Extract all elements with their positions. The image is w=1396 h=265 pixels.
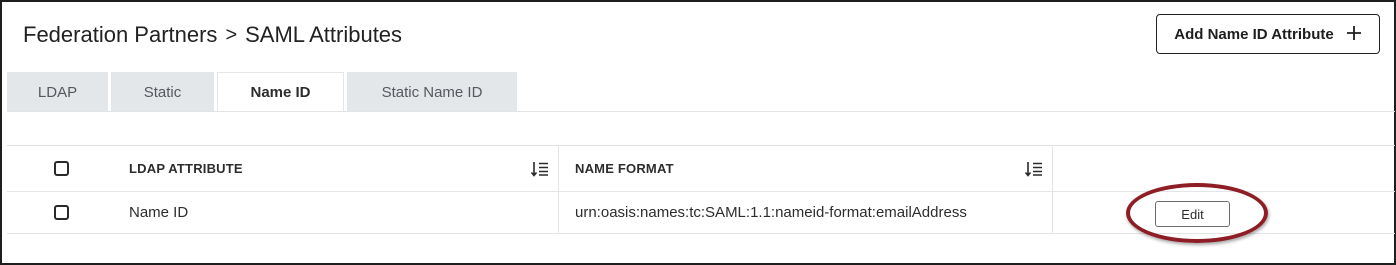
row-select-cell bbox=[7, 192, 115, 233]
sort-icon[interactable] bbox=[530, 161, 549, 177]
column-header-label: LDAP ATTRIBUTE bbox=[129, 161, 243, 176]
tab-label: LDAP bbox=[37, 83, 78, 101]
breadcrumb-separator: > bbox=[225, 23, 238, 46]
sort-icon[interactable] bbox=[1024, 161, 1043, 177]
table-header-row: LDAP ATTRIBUTE NAME FORMAT bbox=[7, 146, 1395, 192]
name-format-value: urn:oasis:names:tc:SAML:1.1:nameid-forma… bbox=[575, 204, 967, 221]
tab-label: Static Name ID bbox=[381, 83, 483, 101]
attributes-table: LDAP ATTRIBUTE NAME FORMAT Name ID urn:o… bbox=[7, 145, 1395, 234]
tab-label: Static bbox=[143, 83, 182, 101]
add-name-id-attribute-button[interactable]: Add Name ID Attribute bbox=[1156, 14, 1380, 54]
row-actions-cell: Edit bbox=[1053, 192, 1395, 233]
ldap-attribute-value: Name ID bbox=[129, 204, 189, 221]
ldap-attribute-cell: Name ID bbox=[115, 192, 559, 233]
table-row: Name ID urn:oasis:names:tc:SAML:1.1:name… bbox=[7, 192, 1395, 234]
name-format-cell: urn:oasis:names:tc:SAML:1.1:nameid-forma… bbox=[559, 192, 1053, 233]
column-header-label: NAME FORMAT bbox=[575, 161, 674, 176]
plus-icon bbox=[1346, 22, 1362, 46]
add-button-label: Add Name ID Attribute bbox=[1174, 25, 1334, 43]
tab-name-id[interactable]: Name ID bbox=[217, 72, 344, 112]
tab-static-name-id[interactable]: Static Name ID bbox=[347, 72, 517, 112]
tab-bar: LDAP Static Name ID Static Name ID bbox=[7, 72, 517, 112]
row-checkbox[interactable] bbox=[53, 205, 69, 220]
breadcrumb: Federation Partners > SAML Attributes bbox=[23, 21, 402, 49]
select-all-checkbox[interactable] bbox=[53, 161, 69, 176]
column-header-ldap-attribute[interactable]: LDAP ATTRIBUTE bbox=[115, 146, 559, 191]
tab-divider bbox=[7, 111, 1395, 112]
column-header-name-format[interactable]: NAME FORMAT bbox=[559, 146, 1053, 191]
edit-button[interactable]: Edit bbox=[1155, 201, 1230, 227]
breadcrumb-current: SAML Attributes bbox=[245, 22, 403, 47]
tab-ldap[interactable]: LDAP bbox=[7, 72, 108, 112]
tab-label: Name ID bbox=[250, 84, 311, 101]
select-all-cell bbox=[7, 146, 115, 191]
app-window: Federation Partners > SAML Attributes Ad… bbox=[0, 0, 1396, 265]
column-header-actions bbox=[1053, 146, 1395, 191]
breadcrumb-parent[interactable]: Federation Partners bbox=[23, 22, 217, 48]
tab-static[interactable]: Static bbox=[111, 72, 214, 112]
